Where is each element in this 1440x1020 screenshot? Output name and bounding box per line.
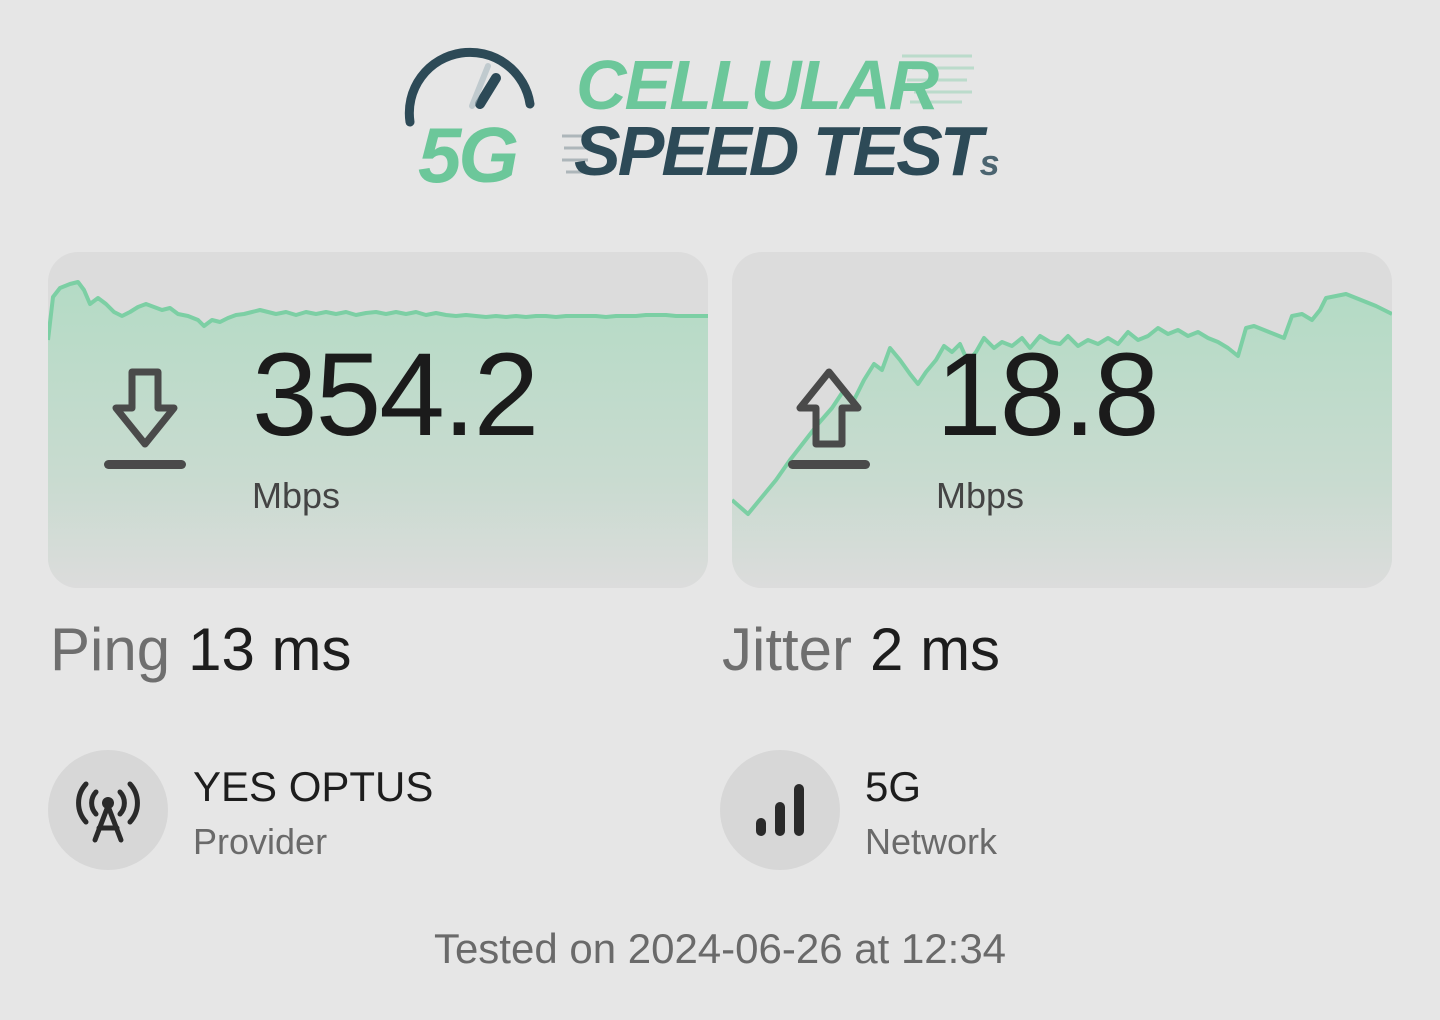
cell-tower-icon <box>48 750 168 870</box>
logo-cellular-text: CELLULAR <box>576 46 939 124</box>
provider-label: Provider <box>193 821 328 862</box>
logo-5g-badge: 5G <box>418 111 519 199</box>
tested-timestamp: Tested on 2024-06-26 at 12:34 <box>433 925 1007 972</box>
download-speed-value: 354.2 <box>252 329 539 461</box>
logo-speed-test-suffix: s <box>979 142 1000 183</box>
upload-speed-unit: Mbps <box>936 475 1025 516</box>
ping-label: Ping <box>50 616 171 683</box>
jitter-metric: Jitter 2 ms <box>722 620 1000 680</box>
jitter-label: Jitter <box>722 616 853 683</box>
ping-value: 13 ms <box>188 616 352 683</box>
app-logo: 5G CELLULAR SPEED TESTs <box>400 44 1050 194</box>
network-type: 5G <box>865 763 922 810</box>
upload-arrow-icon <box>788 368 870 469</box>
network-label: Network <box>865 821 998 862</box>
signal-bars-icon <box>720 750 840 870</box>
download-speed-unit: Mbps <box>252 475 341 516</box>
ping-metric: Ping 13 ms <box>50 620 351 680</box>
download-card: 354.2 Mbps <box>48 252 708 588</box>
download-arrow-icon <box>104 368 186 469</box>
logo-speed-test-main: SPEED TEST <box>574 112 983 190</box>
upload-card: 18.8 Mbps <box>732 252 1392 588</box>
provider-name: YES OPTUS <box>193 763 434 810</box>
jitter-value: 2 ms <box>870 616 1001 683</box>
logo-speed-test-text: SPEED TESTs <box>574 116 1000 186</box>
upload-speed-value: 18.8 <box>936 329 1160 461</box>
